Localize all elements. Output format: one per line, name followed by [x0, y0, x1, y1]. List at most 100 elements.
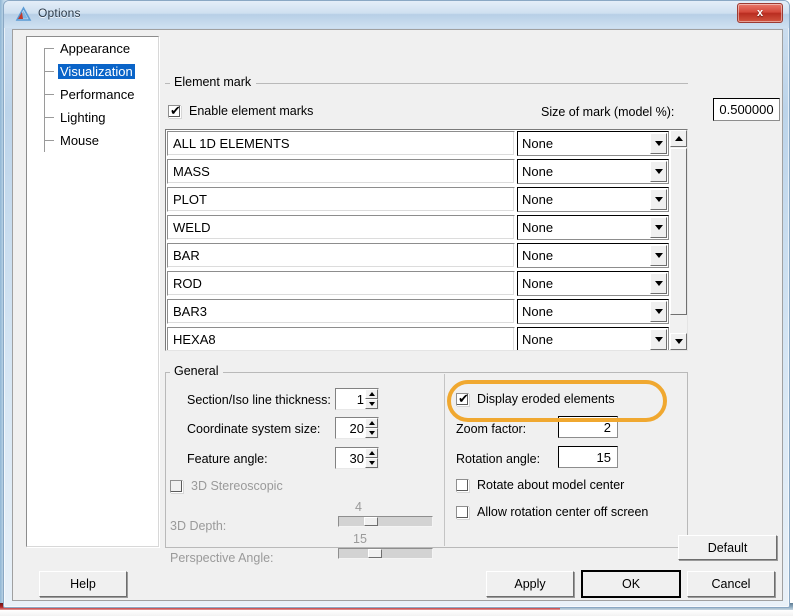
element-name-cell: BAR3 — [167, 299, 515, 324]
group-border — [687, 372, 688, 548]
slider-thumb — [364, 517, 378, 526]
table-row[interactable]: MASS None — [166, 158, 671, 186]
element-name-cell: BAR — [167, 243, 515, 268]
element-mark-value: None — [522, 192, 554, 207]
default-button[interactable]: Default — [678, 535, 777, 560]
element-mark-select[interactable]: None — [517, 131, 669, 156]
coordinate-system-size-stepper[interactable]: 20 — [335, 417, 379, 439]
title-bar[interactable]: Options x — [4, 1, 789, 28]
chevron-down-icon[interactable] — [650, 189, 667, 210]
feature-angle-label: Feature angle: — [187, 452, 268, 466]
section-iso-thickness-stepper[interactable]: 1 — [335, 388, 379, 410]
stepper-down-icon[interactable] — [365, 428, 378, 438]
sidebar-item-label: Appearance — [60, 41, 131, 56]
stereoscopic-checkbox — [170, 479, 183, 493]
sidebar-item-mouse[interactable]: Mouse — [27, 129, 160, 152]
close-icon: x — [756, 7, 764, 19]
group-border — [165, 83, 170, 84]
element-mark-value: None — [522, 304, 554, 319]
element-mark-value: None — [522, 220, 554, 235]
table-row[interactable]: BAR3 None — [166, 298, 671, 326]
close-button[interactable]: x — [737, 3, 783, 23]
general-group-title: General — [171, 364, 222, 378]
table-row[interactable]: ALL 1D ELEMENTS None — [166, 130, 671, 158]
table-row[interactable]: ROD None — [166, 270, 671, 298]
feature-angle-value: 30 — [349, 450, 364, 466]
group-divider — [444, 374, 445, 546]
sidebar-item-label: Mouse — [60, 133, 100, 148]
element-mark-select[interactable]: None — [517, 243, 669, 268]
rotation-angle-input[interactable]: 15 — [558, 446, 618, 468]
slider-track — [338, 548, 433, 559]
element-mark-value: None — [522, 332, 554, 347]
element-mark-select[interactable]: None — [517, 271, 669, 296]
sidebar-item-label: Performance — [60, 87, 135, 102]
rotate-about-model-center-row[interactable]: Rotate about model center — [456, 478, 624, 492]
scrollbar-thumb[interactable] — [670, 148, 687, 315]
element-name-cell: HEXA8 — [167, 327, 515, 350]
display-eroded-elements-checkbox[interactable]: ✔ — [456, 391, 469, 407]
table-row[interactable]: HEXA8 None — [166, 326, 671, 350]
stepper-down-icon[interactable] — [365, 458, 378, 468]
ok-button[interactable]: OK — [581, 570, 681, 598]
scroll-down-icon[interactable] — [670, 333, 687, 350]
check-icon: ✔ — [458, 391, 469, 407]
element-mark-select[interactable]: None — [517, 299, 669, 324]
element-list-scrollbar[interactable] — [670, 130, 687, 350]
display-eroded-elements-row[interactable]: ✔ Display eroded elements — [456, 392, 615, 406]
rotate-about-model-center-checkbox[interactable] — [456, 478, 469, 492]
element-mark-select[interactable]: None — [517, 327, 669, 350]
element-mark-value: None — [522, 248, 554, 263]
enable-element-marks-checkbox[interactable]: ✔ — [168, 104, 181, 118]
apply-button[interactable]: Apply — [486, 571, 574, 597]
chevron-down-icon[interactable] — [650, 161, 667, 182]
chevron-down-icon[interactable] — [650, 329, 667, 350]
table-row[interactable]: BAR None — [166, 242, 671, 270]
depth-value: 4 — [355, 500, 362, 514]
backdrop-bottom-strip — [0, 610, 793, 616]
stepper-up-icon[interactable] — [365, 448, 378, 458]
element-mark-select[interactable]: None — [517, 187, 669, 212]
cancel-button[interactable]: Cancel — [687, 571, 775, 597]
stepper-up-icon[interactable] — [365, 389, 378, 399]
sidebar-item-appearance[interactable]: Appearance — [27, 37, 160, 60]
chevron-down-icon[interactable] — [650, 245, 667, 266]
sidebar-item-performance[interactable]: Performance — [27, 83, 160, 106]
depth-slider — [338, 516, 433, 527]
element-mark-value: None — [522, 136, 554, 151]
table-row[interactable]: PLOT None — [166, 186, 671, 214]
chevron-down-icon[interactable] — [650, 273, 667, 294]
group-border — [165, 372, 166, 548]
stepper-up-icon[interactable] — [365, 418, 378, 428]
chevron-down-icon[interactable] — [650, 301, 667, 322]
zoom-factor-input[interactable]: 2 — [558, 416, 618, 438]
coordinate-system-size-value: 20 — [349, 420, 364, 436]
element-mark-list-rows: ALL 1D ELEMENTS None MASS None PLOT None… — [166, 130, 671, 350]
feature-angle-stepper[interactable]: 30 — [335, 447, 379, 469]
coordinate-system-size-label: Coordinate system size: — [187, 422, 321, 436]
scroll-up-icon[interactable] — [670, 130, 687, 147]
chevron-down-icon[interactable] — [650, 217, 667, 238]
sidebar-item-visualization[interactable]: Visualization — [27, 60, 160, 83]
chevron-down-icon[interactable] — [650, 133, 667, 154]
stepper-down-icon[interactable] — [365, 399, 378, 409]
sidebar-item-lighting[interactable]: Lighting — [27, 106, 160, 129]
allow-rotation-offscreen-checkbox[interactable] — [456, 505, 469, 519]
app-triangle-icon — [15, 6, 32, 21]
settings-category-tree[interactable]: Appearance Visualization Performance Lig… — [26, 36, 159, 547]
size-of-mark-input[interactable]: 0.500000 — [713, 98, 780, 121]
enable-element-marks-row[interactable]: ✔ Enable element marks — [168, 104, 313, 118]
slider-thumb — [368, 549, 382, 558]
element-mark-select[interactable]: None — [517, 159, 669, 184]
element-name-cell: ALL 1D ELEMENTS — [167, 131, 515, 156]
allow-rotation-offscreen-label: Allow rotation center off screen — [477, 505, 649, 519]
element-name-cell: ROD — [167, 271, 515, 296]
help-button[interactable]: Help — [39, 571, 127, 597]
perspective-angle-slider — [338, 548, 433, 559]
display-eroded-elements-label: Display eroded elements — [477, 392, 615, 406]
element-mark-select[interactable]: None — [517, 215, 669, 240]
element-mark-list[interactable]: ALL 1D ELEMENTS None MASS None PLOT None… — [165, 129, 688, 351]
allow-rotation-offscreen-row[interactable]: Allow rotation center off screen — [456, 505, 648, 519]
element-mark-value: None — [522, 164, 554, 179]
table-row[interactable]: WELD None — [166, 214, 671, 242]
